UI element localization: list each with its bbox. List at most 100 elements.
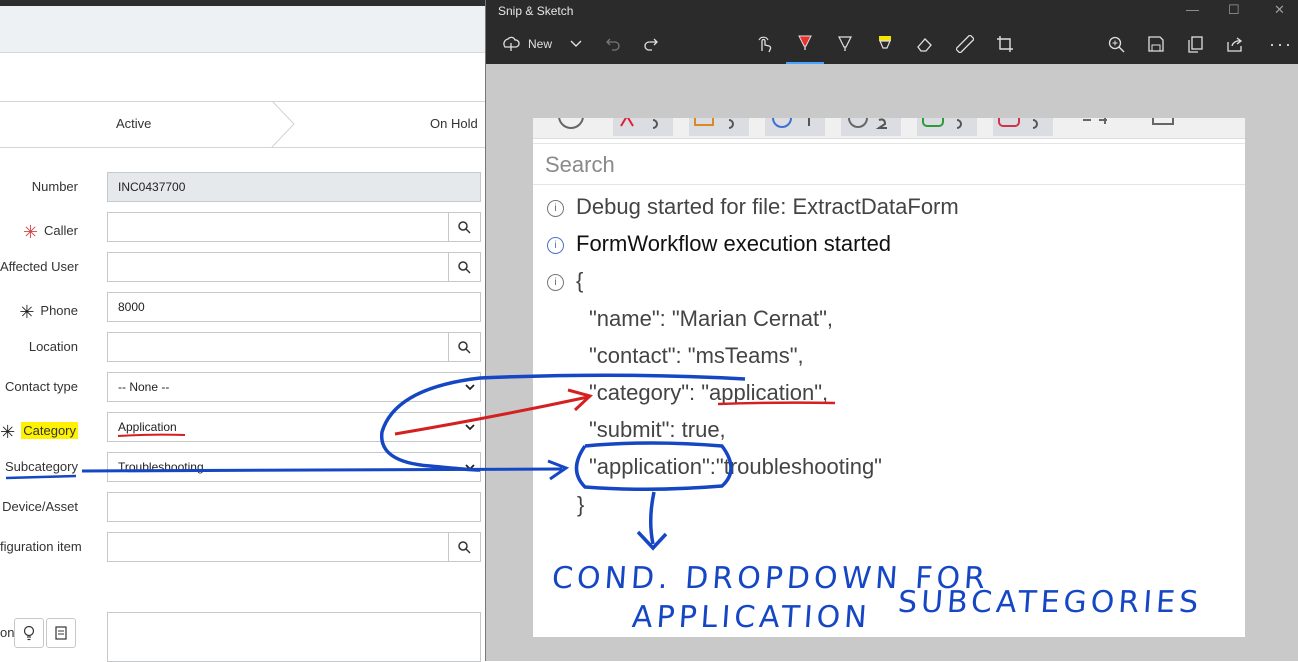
contact-type-select[interactable]: -- None -- [107,372,481,402]
info-icon: i [547,200,564,217]
log-search-input[interactable]: Search [533,143,1245,185]
json-line: "submit": true, [589,417,726,442]
configuration-item-field[interactable] [107,532,481,562]
contact-type-label: Contact type [5,379,78,394]
subcategory-label: Subcategory [5,459,78,474]
filter-failure-tab[interactable] [993,118,1053,136]
new-snip-icon [503,36,520,51]
close-icon[interactable]: ✕ [1274,2,1285,18]
toolbar: New ··· [486,24,1298,64]
redo-button[interactable] [636,24,666,64]
log-entry: i Debug started for file: ExtractDataForm [547,194,959,220]
caller-lookup-button[interactable] [448,213,480,241]
ruler-button[interactable] [950,24,980,64]
annotation-line-3: SUBCATEGORIES [896,585,1204,620]
phone-field[interactable]: 8000 [107,292,481,322]
search-icon [458,540,471,554]
category-label: ✳ Category [0,422,78,442]
pencil-button[interactable] [830,24,860,64]
clear-log-button[interactable] [1143,118,1183,136]
sort-button[interactable] [1073,118,1123,136]
minimize-icon[interactable]: — [1186,2,1199,17]
required-icon: ✳ [19,302,35,322]
stage-active[interactable]: Active [116,116,151,131]
trash-icon [1152,118,1174,125]
log-entry: i FormWorkflow execution started [547,231,891,257]
ruler-icon [956,35,974,53]
caller-field[interactable] [107,212,481,242]
category-value: application [709,380,815,405]
chevron-down-icon [465,424,475,431]
subcategory-select[interactable]: Troubleshooting [107,452,481,482]
json-line: "contact": "msTeams", [589,343,804,368]
json-line: "category": "application", [589,380,829,405]
json-line: } [577,492,585,517]
affected-user-lookup-button[interactable] [448,253,480,281]
touch-writing-button[interactable] [750,24,780,64]
highlighter-button[interactable] [870,24,900,64]
form-header-bar [0,6,486,53]
zoom-button[interactable] [1101,24,1131,64]
description-label: on [0,625,15,640]
process-flow: Active On Hold [0,101,486,148]
filter-debug-tab[interactable] [841,118,901,136]
crop-icon [997,36,1013,52]
chevron-down-icon [465,464,475,471]
description-textarea[interactable] [107,612,481,662]
touch-writing-icon [758,36,772,53]
warning-icon [620,118,658,129]
new-dropdown-button[interactable] [564,24,588,64]
zoom-in-icon [1108,36,1124,52]
stage-on-hold[interactable]: On Hold [430,116,478,131]
device-asset-label: Device/Asset [2,499,78,514]
filter-warnings-tab[interactable] [689,118,749,136]
share-button[interactable] [1220,24,1250,64]
log-entry: i{ [547,268,583,294]
category-select[interactable]: Application [107,412,481,442]
filter-info-tab[interactable] [765,118,825,136]
ballpoint-pen-icon [798,35,812,50]
new-button[interactable]: New [496,24,558,64]
snip-canvas: Search i Debug started for file: ExtractD… [533,118,1245,637]
affected-user-label: Affected User [0,259,79,274]
maximize-icon[interactable]: ☐ [1228,2,1240,18]
blue-underline-subcategory [5,474,77,480]
eraser-icon [917,38,932,52]
window-title: Snip & Sketch [498,4,574,18]
affected-user-field[interactable] [107,252,481,282]
configuration-item-lookup-button[interactable] [448,533,480,561]
filter-success-tab[interactable] [917,118,977,136]
more-options-button[interactable]: ··· [1266,24,1296,64]
lightbulb-icon [23,625,35,641]
save-button[interactable] [1141,24,1171,64]
number-field[interactable]: INC0437700 [107,172,481,202]
copy-button[interactable] [1180,24,1210,64]
required-icon: ✳ [0,422,16,442]
crop-button[interactable] [990,24,1020,64]
search-icon [458,220,471,234]
phone-label: ✳ Phone [19,302,78,322]
configuration-item-label: figuration item [0,539,82,554]
search-icon [458,260,471,274]
device-asset-field[interactable] [107,492,481,522]
sort-icon [1083,118,1107,124]
save-icon [1148,36,1164,52]
log-filter-tabs [533,118,1245,139]
application-key: "application": [589,454,716,479]
location-lookup-button[interactable] [448,333,480,361]
filter-all-tab[interactable] [545,118,585,136]
stage-separator-icon [271,101,295,147]
undo-button[interactable] [598,24,628,64]
highlighter-icon [879,36,891,49]
template-button[interactable] [46,618,76,648]
filter-errors-tab[interactable] [613,118,673,136]
eraser-button[interactable] [910,24,940,64]
location-field[interactable] [107,332,481,362]
json-line: "name": "Marian Cernat", [589,306,833,331]
copy-icon [1188,35,1203,53]
annotation-line-2: APPLICATION [630,600,872,635]
ballpoint-pen-button[interactable] [786,24,824,64]
json-line: "application":"troubleshooting" [589,454,882,479]
caller-label: ✳ Caller [22,222,78,242]
suggestion-button[interactable] [14,618,44,648]
